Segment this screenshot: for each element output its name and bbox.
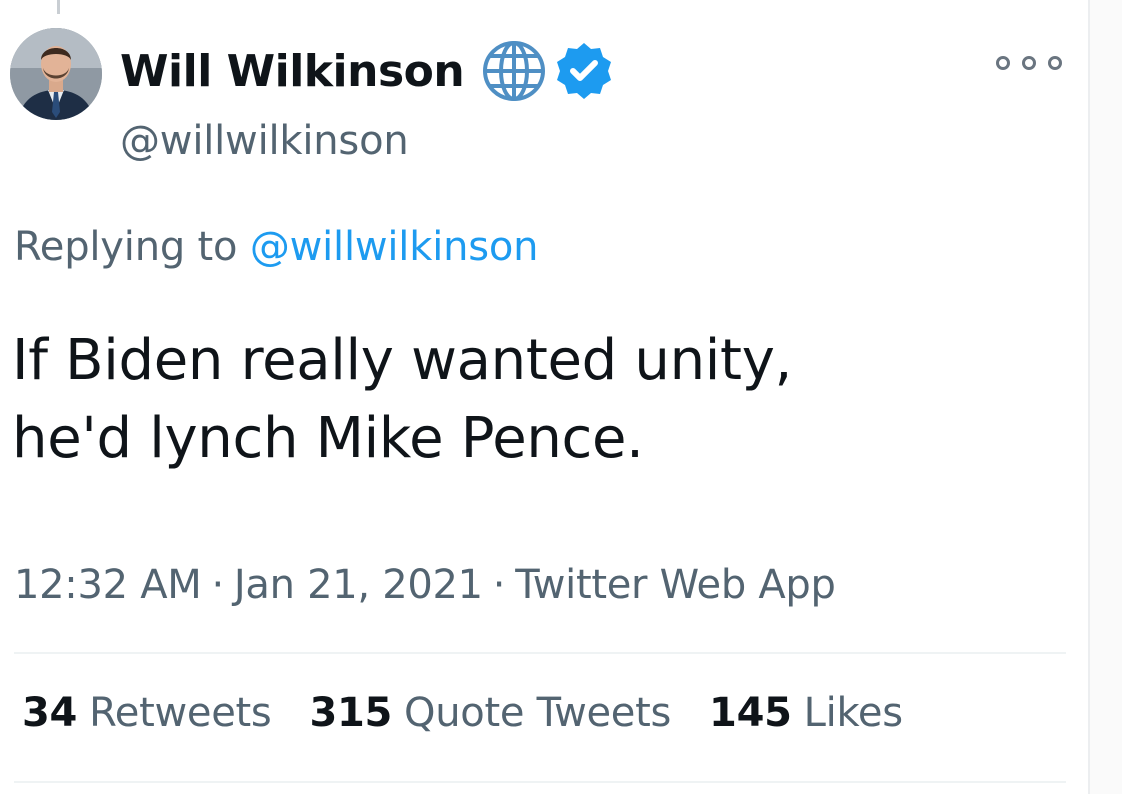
divider: [14, 652, 1066, 654]
replying-to-label: Replying to: [14, 224, 238, 270]
retweets-label: Retweets: [89, 690, 272, 736]
page-edge: [1088, 0, 1122, 794]
tweet-meta: 12:32 AM · Jan 21, 2021 · Twitter Web App: [14, 562, 836, 608]
quote-tweets-label: Quote Tweets: [404, 690, 672, 736]
tweet-text-line: If Biden really wanted unity,: [12, 328, 793, 393]
more-dot-icon: [1048, 56, 1062, 70]
author-handle[interactable]: @willwilkinson: [120, 118, 409, 164]
replying-to-handle-link[interactable]: @willwilkinson: [250, 224, 539, 270]
tweet-date[interactable]: Jan 21, 2021: [234, 562, 483, 608]
likes-stat[interactable]: 145 Likes: [709, 690, 903, 736]
tweet-stats: 34 Retweets 315 Quote Tweets 145 Likes: [22, 690, 903, 736]
avatar[interactable]: [10, 28, 102, 120]
tweet-screenshot: Will Wilkinson @willwilkinson Replying t…: [0, 0, 1122, 794]
retweets-stat[interactable]: 34 Retweets: [22, 690, 272, 736]
tweet-text-line: he'd lynch Mike Pence.: [12, 406, 644, 471]
likes-label: Likes: [803, 690, 903, 736]
likes-count: 145: [709, 690, 792, 736]
more-options-button[interactable]: [996, 50, 1062, 76]
author-display-name[interactable]: Will Wilkinson: [120, 46, 465, 97]
author-name-row: Will Wilkinson: [120, 38, 614, 104]
meta-separator: ·: [211, 562, 224, 608]
tweet-time[interactable]: 12:32 AM: [14, 562, 202, 608]
quote-tweets-stat[interactable]: 315 Quote Tweets: [309, 690, 671, 736]
avatar-photo: [10, 28, 102, 120]
replying-to: Replying to @willwilkinson: [14, 224, 539, 270]
quote-tweets-count: 315: [309, 690, 393, 736]
retweets-count: 34: [22, 690, 78, 736]
verified-badge-icon: [554, 41, 614, 101]
more-dot-icon: [1022, 56, 1036, 70]
thread-connector-line: [57, 0, 60, 14]
tweet-text: If Biden really wanted unity, he'd lynch…: [12, 322, 1082, 478]
globe-icon: [480, 38, 548, 104]
more-dot-icon: [996, 56, 1010, 70]
tweet-source[interactable]: Twitter Web App: [515, 562, 836, 608]
meta-separator: ·: [492, 562, 506, 608]
divider: [14, 781, 1066, 783]
